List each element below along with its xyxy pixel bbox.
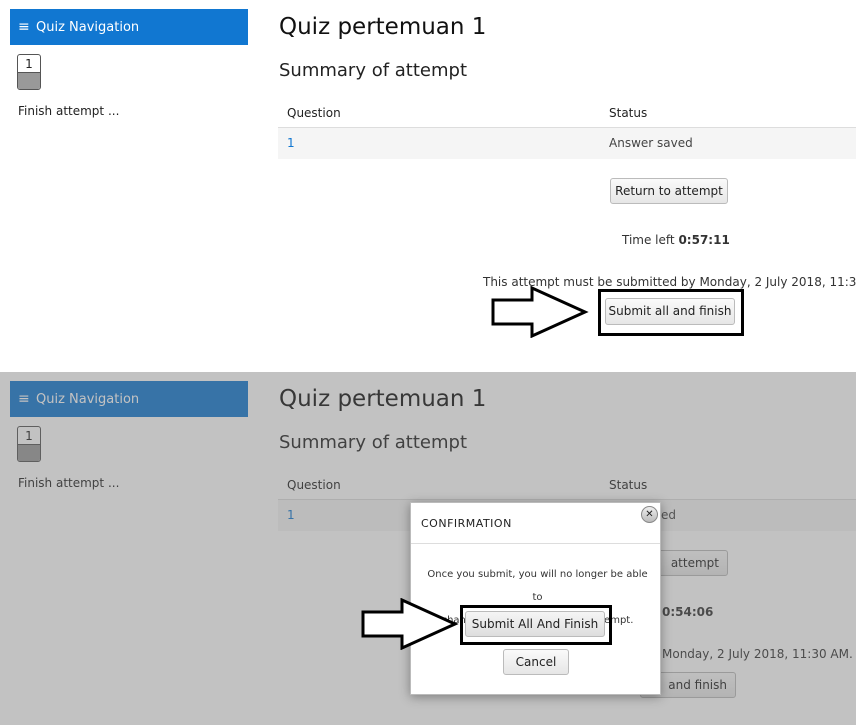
- annotation-arrow-icon: [361, 598, 459, 650]
- summary-table: Question Status 1 Answer saved: [278, 99, 856, 159]
- screenshot-panel-confirm: ≡ Quiz Navigation 1 Finish attempt ... Qu…: [0, 372, 856, 725]
- return-to-attempt-button[interactable]: Return to attempt: [610, 178, 728, 204]
- table-header-row: Question Status: [278, 99, 856, 128]
- question-link[interactable]: 1: [287, 136, 295, 150]
- highlight-box: [460, 605, 612, 645]
- quiz-navigation-title: Quiz Navigation: [36, 20, 140, 35]
- annotation-arrow-icon: [491, 286, 589, 338]
- time-left-text: Time left 0:57:11: [622, 233, 730, 247]
- hamburger-icon[interactable]: ≡: [18, 9, 30, 45]
- time-left-label: Time left: [622, 233, 675, 247]
- question-answered-indicator: [18, 72, 40, 89]
- dialog-cancel-button[interactable]: Cancel: [503, 649, 569, 675]
- finish-attempt-link[interactable]: Finish attempt ...: [18, 104, 119, 118]
- page-title: Quiz pertemuan 1: [279, 14, 487, 40]
- header-status: Status: [609, 106, 648, 120]
- summary-heading: Summary of attempt: [279, 60, 468, 81]
- question-nav-number: 1: [25, 57, 33, 71]
- quiz-navigation-block[interactable]: ≡ Quiz Navigation: [10, 9, 248, 45]
- submit-all-and-finish-button[interactable]: Submit all and finish: [605, 298, 735, 325]
- question-status: Answer saved: [609, 136, 693, 150]
- close-icon[interactable]: ✕: [641, 506, 658, 523]
- arrow-shape: [361, 598, 459, 650]
- screenshot-panel-before: ≡ Quiz Navigation 1 Finish attempt ... Qu…: [0, 0, 856, 360]
- question-nav-button[interactable]: 1: [17, 54, 41, 90]
- header-question: Question: [287, 106, 341, 120]
- time-left-value: 0:57:11: [678, 233, 730, 247]
- arrow-shape: [491, 286, 589, 338]
- table-row: 1 Answer saved: [278, 128, 856, 159]
- dialog-title: CONFIRMATION: [411, 503, 660, 544]
